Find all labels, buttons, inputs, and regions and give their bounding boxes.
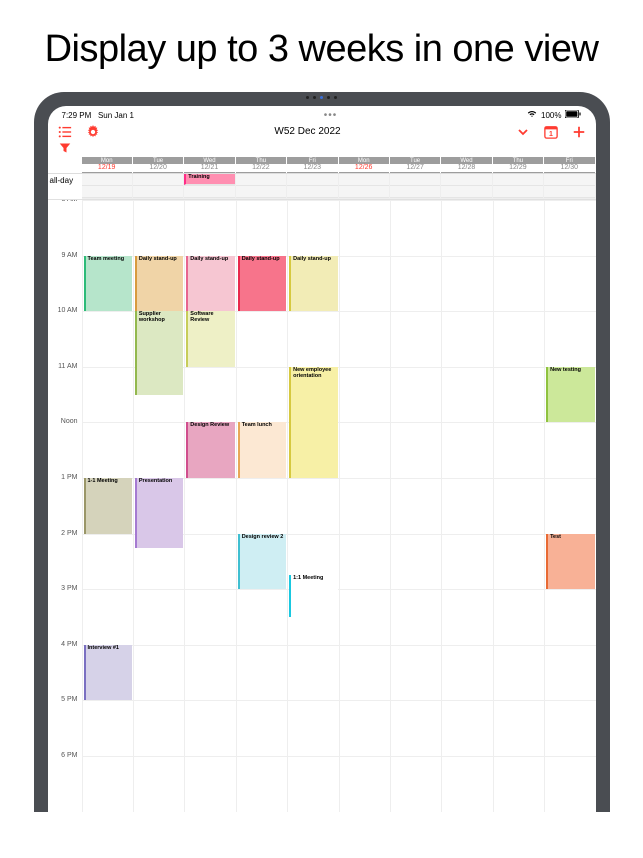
day-column[interactable]: Daily stand-upSupplier workshop Presentat… bbox=[133, 200, 184, 812]
day-column[interactable]: Daily stand-up New employee orientation 1:… bbox=[287, 200, 338, 812]
camera-dots bbox=[34, 96, 610, 99]
filter-row bbox=[48, 141, 596, 157]
calendar-grid[interactable]: 8 AM9 AM10 AM11 AMNoon1 PM2 PM3 PM4 PM5 … bbox=[48, 200, 596, 812]
allday-cell[interactable] bbox=[390, 174, 441, 199]
status-time: 7:29 PM bbox=[62, 111, 92, 120]
allday-cell[interactable] bbox=[339, 174, 390, 199]
calendar-event[interactable]: 1:1 Meeting bbox=[289, 575, 337, 617]
allday-cell[interactable] bbox=[493, 174, 544, 199]
battery-icon bbox=[565, 110, 581, 120]
gear-icon[interactable] bbox=[86, 125, 100, 139]
calendar-event[interactable]: Supplier workshop bbox=[135, 311, 183, 394]
calendar-event[interactable]: New employee orientation bbox=[289, 367, 337, 478]
calendar-event[interactable]: Team meeting bbox=[84, 256, 132, 312]
hour-label: 8 AM bbox=[48, 200, 82, 252]
screen: 7:29 PM Sun Jan 1 ••• 100% bbox=[48, 106, 596, 812]
hour-label: 5 PM bbox=[48, 696, 82, 752]
calendar-today-icon[interactable]: 1 bbox=[544, 125, 558, 139]
calendar-event[interactable]: Daily stand-up bbox=[238, 256, 286, 312]
chevron-down-icon[interactable] bbox=[516, 125, 530, 139]
time-column: 8 AM9 AM10 AM11 AMNoon1 PM2 PM3 PM4 PM5 … bbox=[48, 200, 82, 812]
allday-cell[interactable] bbox=[133, 174, 184, 199]
ipad-frame: 7:29 PM Sun Jan 1 ••• 100% bbox=[34, 92, 610, 812]
day-column[interactable]: Daily stand-upSoftware Review Design Revi… bbox=[184, 200, 235, 812]
day-header[interactable]: Wed12/21 bbox=[184, 157, 235, 173]
day-header[interactable]: Fri12/23 bbox=[287, 157, 338, 173]
day-column[interactable]: Team meeting 1-1 Meeting Interview #1 bbox=[82, 200, 133, 812]
marketing-headline: Display up to 3 weeks in one view bbox=[0, 0, 643, 92]
calendar-event[interactable]: Daily stand-up bbox=[186, 256, 234, 312]
allday-row: all-day Training bbox=[48, 174, 596, 200]
allday-label: all-day bbox=[48, 174, 82, 199]
calendar-event[interactable]: Team lunch bbox=[238, 422, 286, 478]
hour-label: 10 AM bbox=[48, 307, 82, 363]
day-header[interactable]: Tue12/20 bbox=[133, 157, 184, 173]
day-header[interactable]: Fri12/30 bbox=[544, 157, 595, 173]
allday-cell[interactable] bbox=[544, 174, 595, 199]
allday-cell[interactable] bbox=[287, 174, 338, 199]
allday-cell[interactable] bbox=[236, 174, 287, 199]
svg-text:1: 1 bbox=[549, 131, 553, 138]
multitask-ellipsis[interactable]: ••• bbox=[324, 110, 338, 121]
wifi-icon bbox=[527, 110, 537, 120]
day-header[interactable]: Wed12/28 bbox=[441, 157, 492, 173]
day-column[interactable] bbox=[441, 200, 492, 812]
day-column[interactable]: Daily stand-up Team lunch Design review 2 bbox=[236, 200, 287, 812]
allday-cell[interactable] bbox=[82, 174, 133, 199]
calendar-event[interactable]: Daily stand-up bbox=[289, 256, 337, 312]
filter-icon[interactable] bbox=[58, 141, 72, 155]
hour-label: 11 AM bbox=[48, 363, 82, 419]
day-column[interactable] bbox=[390, 200, 441, 812]
status-bar: 7:29 PM Sun Jan 1 ••• 100% bbox=[48, 106, 596, 123]
status-left: 7:29 PM Sun Jan 1 bbox=[62, 111, 135, 120]
calendar-event[interactable]: Interview #1 bbox=[84, 645, 132, 701]
calendar-event[interactable]: Design Review bbox=[186, 422, 234, 478]
calendar-event[interactable]: Daily stand-up bbox=[135, 256, 183, 312]
day-column[interactable] bbox=[493, 200, 544, 812]
day-header[interactable]: Mon12/26 bbox=[339, 157, 390, 173]
status-right: 100% bbox=[527, 110, 581, 120]
allday-cell[interactable]: Training bbox=[184, 174, 235, 199]
hour-label: 3 PM bbox=[48, 585, 82, 641]
day-header[interactable]: Tue12/27 bbox=[390, 157, 441, 173]
calendar-event[interactable]: Software Review bbox=[186, 311, 234, 367]
calendar-event[interactable]: New testing bbox=[546, 367, 594, 423]
hour-label: 4 PM bbox=[48, 641, 82, 697]
day-column[interactable] bbox=[339, 200, 390, 812]
day-header[interactable]: Thu12/22 bbox=[236, 157, 287, 173]
calendar-event[interactable]: Design review 2 bbox=[238, 534, 286, 590]
plus-icon[interactable] bbox=[572, 125, 586, 139]
battery-label: 100% bbox=[541, 111, 561, 120]
calendar-event[interactable]: 1-1 Meeting bbox=[84, 478, 132, 534]
status-date: Sun Jan 1 bbox=[98, 111, 134, 120]
hour-label: 6 PM bbox=[48, 752, 82, 808]
day-header[interactable]: Thu12/29 bbox=[493, 157, 544, 173]
calendar-event[interactable]: Test bbox=[546, 534, 594, 590]
hour-label: Noon bbox=[48, 418, 82, 474]
allday-event[interactable]: Training bbox=[184, 174, 234, 185]
allday-cell[interactable] bbox=[441, 174, 492, 199]
toolbar: W52 Dec 2022 1 bbox=[48, 123, 596, 141]
hour-label: 2 PM bbox=[48, 530, 82, 586]
list-icon[interactable] bbox=[58, 125, 72, 139]
day-header-row: Mon12/19Tue12/20Wed12/21Thu12/22Fri12/23… bbox=[48, 157, 596, 174]
hour-label: 1 PM bbox=[48, 474, 82, 530]
calendar-event[interactable]: Presentation bbox=[135, 478, 183, 548]
day-header[interactable]: Mon12/19 bbox=[82, 157, 133, 173]
hour-label: 9 AM bbox=[48, 252, 82, 308]
day-column[interactable]: New testing Test bbox=[544, 200, 595, 812]
page-title: W52 Dec 2022 bbox=[274, 126, 340, 137]
